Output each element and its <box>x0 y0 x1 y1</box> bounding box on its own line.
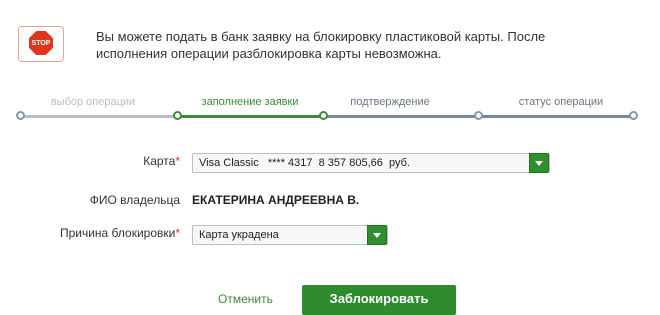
step-line-2 <box>177 115 323 118</box>
step-line-4 <box>478 115 633 118</box>
progress-steps: выбор операции заполнение заявки подтвер… <box>0 90 660 130</box>
stop-icon: STOP <box>18 26 64 62</box>
step-label-2: заполнение заявки <box>201 96 299 108</box>
cancel-link[interactable]: Отменить <box>218 292 273 306</box>
owner-value: ЕКАТЕРИНА АНДРЕЕВНА В. <box>192 193 360 207</box>
step-dot-end <box>629 111 638 120</box>
warning-notice: STOP Вы можете подать в банк заявку на б… <box>18 26 648 66</box>
step-dot-2 <box>319 111 328 120</box>
card-label: Карта* <box>100 154 180 168</box>
step-dot-3 <box>474 111 483 120</box>
step-dot-1 <box>173 111 182 120</box>
chevron-down-icon[interactable] <box>367 225 387 245</box>
step-line-1 <box>20 115 177 118</box>
reason-select[interactable]: Карта украдена <box>192 225 388 245</box>
reason-label-text: Причина блокировки <box>59 226 176 240</box>
owner-label: ФИО владельца <box>89 193 180 207</box>
block-card-button[interactable]: Заблокировать <box>302 285 456 315</box>
required-mark: * <box>175 226 180 240</box>
notice-line-2: исполнения операции разблокировка карты … <box>96 46 442 61</box>
card-select[interactable]: Visa Classic **** 4317 8 357 805,66 руб. <box>192 153 550 173</box>
required-mark: * <box>175 154 180 168</box>
step-label-1: выбор операции <box>50 96 136 108</box>
card-label-text: Карта <box>143 154 176 168</box>
stop-sign: STOP <box>29 31 53 55</box>
step-line-3 <box>323 115 478 118</box>
step-label-3: подтверждение <box>350 96 430 108</box>
notice-line-1: Вы можете подать в банк заявку на блокир… <box>96 29 546 44</box>
step-dot-start <box>16 111 25 120</box>
card-select-value: Visa Classic **** 4317 8 357 805,66 руб. <box>199 157 410 169</box>
reason-label: Причина блокировки* <box>40 226 180 240</box>
reason-select-value: Карта украдена <box>199 229 279 241</box>
notice-text: Вы можете подать в банк заявку на блокир… <box>96 28 616 62</box>
chevron-down-icon[interactable] <box>529 153 549 173</box>
step-label-4: статус операции <box>518 96 604 108</box>
